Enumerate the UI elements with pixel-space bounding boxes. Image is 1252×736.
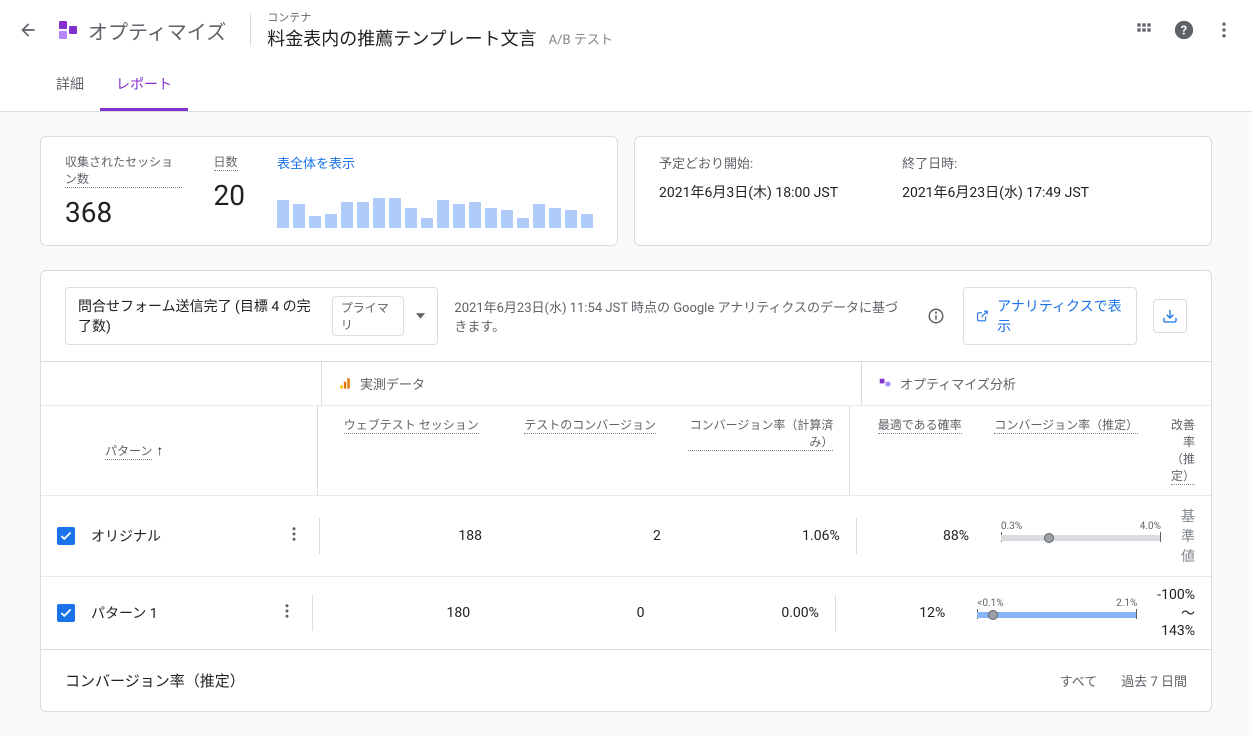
open-external-icon — [976, 309, 989, 323]
sparkbar — [469, 202, 481, 228]
variant-checkbox[interactable] — [57, 604, 75, 622]
section-actual-label: 実測データ — [360, 374, 425, 393]
days-label: 日数 — [214, 153, 238, 171]
apps-icon[interactable] — [1132, 18, 1156, 42]
tab-report[interactable]: レポート — [100, 60, 188, 111]
objective-name: 問合せフォーム送信完了 (目標 4 の完了数) — [78, 296, 320, 336]
cell-rate: 1.06% — [677, 518, 856, 554]
cell-sessions: 180 — [312, 595, 486, 631]
variant-name: パターン 1 — [91, 603, 158, 623]
summary-card: 収集されたセッション数 368 日数 20 表全体を表示 — [40, 136, 618, 246]
sparkbar — [293, 204, 305, 228]
sparkbar — [549, 208, 561, 228]
sparkbar — [501, 210, 513, 228]
sort-up-icon: ↑ — [156, 442, 163, 459]
col-sessions[interactable]: ウェブテスト セッション — [344, 416, 479, 434]
optimize-logo: オプティマイズ — [56, 16, 226, 45]
dates-card: 予定どおり開始: 2021年6月3日(木) 18:00 JST 終了日時: 20… — [634, 136, 1212, 246]
sparkbar — [517, 218, 529, 228]
filter-all[interactable]: すべて — [1060, 671, 1098, 690]
svg-text:?: ? — [1181, 24, 1187, 39]
download-button[interactable] — [1153, 299, 1187, 333]
start-value: 2021年6月3日(木) 18:00 JST — [659, 182, 838, 202]
more-vert-icon[interactable] — [1212, 18, 1236, 42]
sparkbar — [357, 202, 369, 228]
sparkbar — [309, 216, 321, 228]
filter-7d[interactable]: 過去 7 日間 — [1121, 671, 1187, 690]
help-icon[interactable]: ? — [1172, 18, 1196, 42]
more-vert-icon[interactable] — [285, 525, 303, 547]
sessions-label: 収集されたセッション数 — [65, 153, 182, 188]
cell-sessions: 188 — [319, 518, 498, 554]
variant-checkbox[interactable] — [57, 527, 75, 545]
col-rate[interactable]: コンバージョン率（計算済み） — [688, 416, 833, 451]
sparkbar — [421, 218, 433, 228]
tab-details[interactable]: 詳細 — [40, 60, 100, 111]
sparkbar — [581, 214, 593, 228]
optimize-icon — [878, 377, 892, 391]
chevron-down-icon — [416, 313, 425, 319]
primary-badge: プライマリ — [332, 296, 405, 336]
data-info-text: 2021年6月23日(水) 11:54 JST 時点の Google アナリティ… — [454, 297, 909, 335]
end-value: 2021年6月23日(水) 17:49 JST — [902, 182, 1089, 202]
show-full-table-link[interactable]: 表全体を表示 — [277, 153, 593, 172]
test-type: A/B テスト — [549, 29, 613, 48]
sparkbar — [485, 208, 497, 228]
sparkbar — [389, 198, 401, 228]
cell-best: 88% — [856, 518, 985, 554]
analytics-icon — [338, 377, 352, 391]
sparkbar — [565, 210, 577, 228]
sparkbar — [325, 214, 337, 228]
sparkbar — [437, 200, 449, 228]
end-label: 終了日時: — [902, 153, 1089, 172]
section-optimize-label: オプティマイズ分析 — [900, 374, 1016, 393]
more-vert-icon[interactable] — [278, 602, 296, 624]
sparkbar — [373, 198, 385, 228]
ci-bar: <0.1%2.1% — [977, 598, 1137, 628]
sparkbar — [533, 204, 545, 228]
sparkbar — [405, 208, 417, 228]
cell-conversions: 2 — [498, 518, 677, 554]
cell-rate: 0.00% — [661, 595, 835, 631]
info-icon[interactable] — [925, 304, 947, 328]
ci-bar: 0.3%4.0% — [1001, 521, 1161, 551]
analytics-link[interactable]: アナリティクスで表示 — [963, 287, 1137, 345]
days-value: 20 — [214, 179, 245, 212]
product-name: オプティマイズ — [88, 16, 226, 45]
col-best[interactable]: 最適である確率 — [878, 416, 962, 434]
start-label: 予定どおり開始: — [659, 153, 838, 172]
objective-selector[interactable]: 問合せフォーム送信完了 (目標 4 の完了数) プライマリ — [65, 287, 438, 345]
variant-name: オリジナル — [91, 526, 161, 546]
sessions-value: 368 — [65, 196, 182, 229]
container-label: コンテナ — [267, 9, 613, 25]
sparkbar — [453, 204, 465, 228]
chart-title: コンバージョン率（推定） — [65, 670, 245, 691]
cell-best: 12% — [835, 595, 961, 631]
col-conversions[interactable]: テストのコンバージョン — [524, 416, 656, 434]
table-row: オリジナル 188 2 1.06% 88% 0.3%4.0% 基準値 — [41, 495, 1211, 576]
back-arrow[interactable] — [16, 18, 40, 42]
cell-improvement: -100%～143% — [1141, 577, 1211, 649]
experiment-title: 料金表内の推薦テンプレート文言 — [267, 25, 536, 51]
col-improvement[interactable]: 改善率（推定） — [1171, 416, 1195, 485]
sparkline-chart — [277, 192, 593, 228]
cell-conversions: 0 — [486, 595, 660, 631]
table-row: パターン 1 180 0 0.00% 12% <0.1%2.1% -100%～1… — [41, 576, 1211, 649]
col-conv-est[interactable]: コンバージョン率（推定） — [994, 416, 1138, 434]
col-variant[interactable]: パターン — [105, 442, 152, 460]
sparkbar — [341, 202, 353, 228]
cell-improvement: 基準値 — [1165, 496, 1211, 576]
sparkbar — [277, 200, 289, 228]
divider — [250, 14, 251, 46]
